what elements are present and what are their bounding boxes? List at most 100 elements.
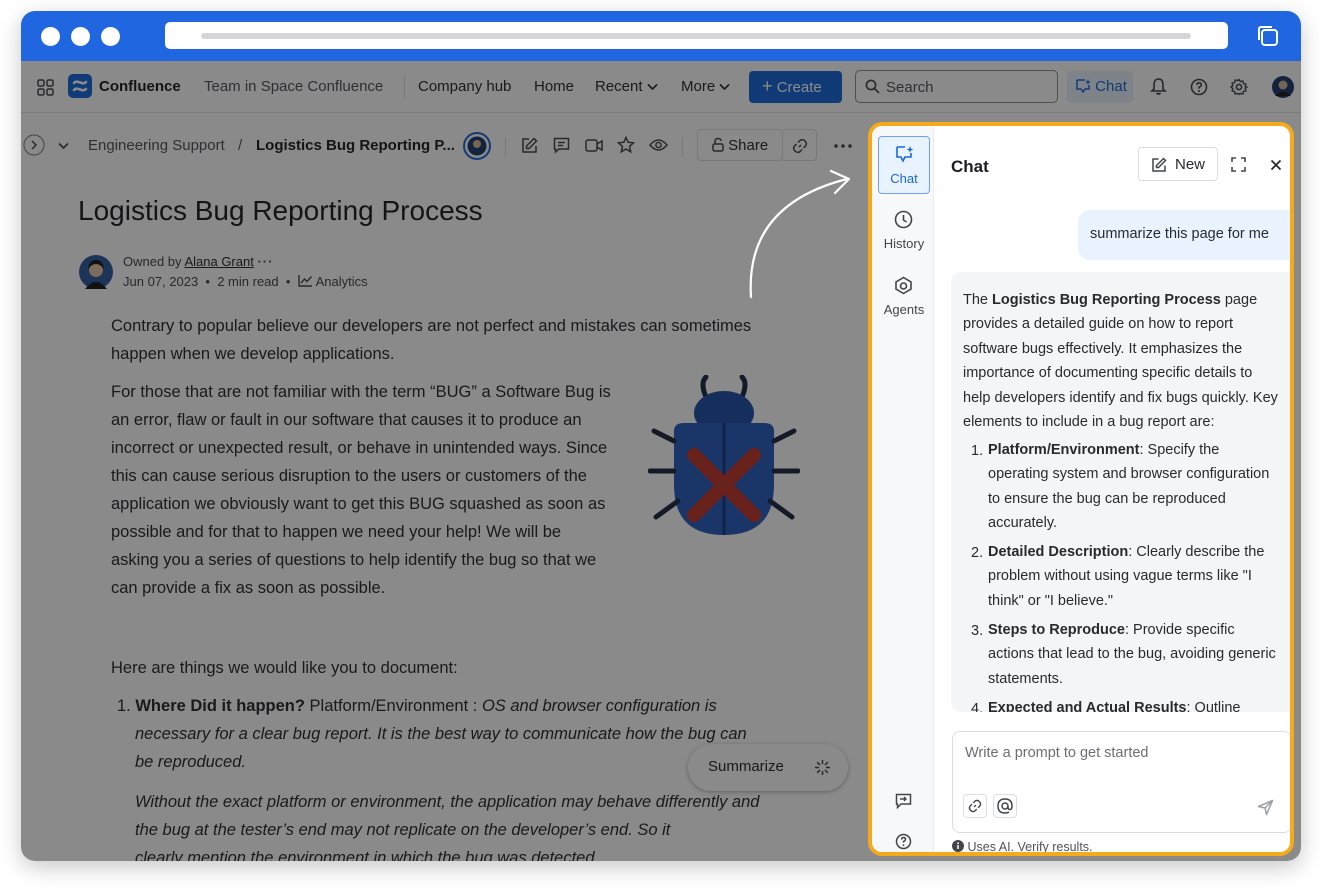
ai-point-4: Expected and Actual Results: Outline	[988, 696, 1278, 712]
edit-icon[interactable]	[521, 137, 538, 154]
breadcrumb-separator: /	[238, 137, 243, 154]
owner-more-icon[interactable]: ···	[257, 254, 273, 269]
list-item-1-sub-line-3: clearly mention the environment in which…	[135, 849, 600, 861]
ai-point-3-bold: Steps to Reproduce	[988, 622, 1125, 638]
new-chat-label: New	[1175, 156, 1206, 173]
mention-button[interactable]	[993, 794, 1017, 818]
document-intro: Here are things we would like you to doc…	[111, 659, 458, 677]
ai-response-intro: The Logistics Bug Reporting Process page…	[963, 288, 1281, 434]
rail-agents[interactable]: Agents	[878, 268, 930, 326]
ai-point-4-bold: Expected and Actual Results	[988, 700, 1187, 712]
watch-eye-icon[interactable]	[649, 138, 668, 152]
bug-definition-line-8: can provide a fix as soon as possible.	[111, 579, 386, 597]
ai-point-1-bold: Platform/Environment	[988, 442, 1140, 458]
app-switcher-icon[interactable]	[37, 79, 54, 96]
nav-company-hub[interactable]: Company hub	[418, 78, 511, 95]
collaborator-avatar[interactable]	[463, 132, 491, 160]
ai-response-bubble: The Logistics Bug Reporting Process page…	[951, 272, 1290, 712]
help-icon[interactable]	[1190, 78, 1208, 96]
intro-line-2: happen when we develop applications.	[111, 345, 395, 363]
window-minimize-dot[interactable]	[71, 27, 90, 46]
search-icon	[865, 79, 880, 94]
tabs-icon[interactable]	[1255, 23, 1281, 49]
bug-definition-line-5: application we obviously want to get thi…	[111, 495, 606, 513]
loading-spinner-icon	[815, 760, 830, 775]
owner-link[interactable]: Alana Grant	[184, 254, 253, 269]
pointer-arrow-illustration	[749, 169, 851, 299]
ai-disclaimer-text: Uses AI. Verify results.	[967, 840, 1093, 854]
nav-home[interactable]: Home	[534, 78, 574, 95]
confluence-logo-icon[interactable]	[68, 74, 92, 98]
breadcrumb-current[interactable]: Logistics Bug Reporting P...	[256, 137, 455, 154]
video-record-icon[interactable]	[585, 138, 603, 153]
edit-icon	[1152, 157, 1167, 172]
new-chat-button[interactable]: New	[1138, 147, 1218, 181]
meta-separator: •	[282, 274, 295, 289]
app-name[interactable]: Confluence	[99, 78, 181, 95]
window-maximize-dot[interactable]	[101, 27, 120, 46]
address-bar[interactable]	[165, 22, 1228, 49]
ai-disclaimer: Uses AI. Verify results.	[952, 840, 1093, 854]
toolbar-divider	[682, 137, 683, 157]
browser-titlebar	[21, 11, 1301, 61]
user-avatar[interactable]	[1272, 76, 1294, 98]
link-icon	[968, 799, 982, 813]
chat-nav-button[interactable]: Chat	[1067, 71, 1133, 103]
settings-gear-icon[interactable]	[1230, 78, 1248, 96]
read-time: 2 min read	[217, 274, 279, 289]
chevron-down-icon[interactable]	[58, 142, 69, 150]
bug-definition-line-1: For those that are not familiar with the…	[111, 383, 611, 401]
rail-chat[interactable]: Chat	[878, 136, 930, 194]
search-input[interactable]: Search	[855, 70, 1058, 103]
prompt-input[interactable]: Write a prompt to get started	[952, 731, 1290, 833]
analytics-link[interactable]: Analytics	[316, 274, 368, 289]
breadcrumb-parent[interactable]: Engineering Support	[88, 137, 225, 154]
intro-line-1: Contrary to popular believe our develope…	[111, 317, 752, 335]
list-item-1-sub-line-1: Without the exact platform or environmen…	[135, 793, 760, 811]
ai-point-3: Steps to Reproduce: Provide specific act…	[988, 618, 1278, 691]
space-name[interactable]: Team in Space Confluence	[204, 78, 383, 95]
attach-link-button[interactable]	[963, 794, 987, 818]
nav-more-label: More	[681, 78, 716, 95]
star-icon[interactable]	[617, 136, 635, 154]
help-icon[interactable]	[895, 833, 912, 850]
comment-icon[interactable]	[553, 137, 570, 154]
ai-intro-start: The	[963, 292, 993, 308]
at-mention-icon	[997, 798, 1013, 814]
summarize-label: Summarize	[708, 758, 784, 775]
send-icon[interactable]	[1257, 799, 1274, 816]
rail-history[interactable]: History	[878, 202, 930, 260]
user-message-bubble: summarize this page for me	[1078, 210, 1290, 260]
ai-point-number: 2.	[971, 545, 984, 561]
bug-definition-line-3: incorrect or unexpected result, or behav…	[111, 439, 608, 457]
close-icon[interactable]	[1270, 159, 1282, 171]
chat-nav-label: Chat	[1095, 78, 1127, 95]
window-close-dot[interactable]	[41, 27, 60, 46]
more-actions-icon[interactable]	[834, 144, 852, 148]
create-button[interactable]: + Create	[749, 71, 842, 103]
owner-avatar[interactable]	[79, 255, 113, 289]
notifications-bell-icon[interactable]	[1150, 77, 1167, 96]
page-toolbar: Engineering Support / Logistics Bug Repo…	[21, 113, 869, 173]
chat-sparkle-icon	[896, 146, 914, 163]
bug-definition-line-7: asking you a series of questions to help…	[111, 551, 597, 569]
ai-intro-bold: Logistics Bug Reporting Process	[992, 292, 1221, 308]
chevron-down-icon	[647, 83, 658, 91]
history-clock-icon	[894, 210, 913, 229]
copy-link-button[interactable]	[783, 129, 817, 161]
create-label: Create	[776, 79, 822, 96]
feedback-icon[interactable]	[895, 793, 912, 809]
nav-divider	[404, 75, 405, 99]
nav-recent[interactable]: Recent	[595, 78, 658, 95]
sidebar-expand-icon[interactable]	[23, 134, 45, 156]
address-placeholder-line	[201, 33, 1191, 39]
list-item-1-italic: OS and browser configuration is	[481, 697, 717, 715]
nav-more[interactable]: More	[681, 78, 730, 95]
ai-point-4-text: : Outline	[1186, 700, 1241, 712]
agents-icon	[895, 276, 912, 295]
share-button[interactable]: Share	[697, 129, 783, 161]
summarize-button[interactable]: Summarize	[688, 744, 848, 791]
expand-fullscreen-icon[interactable]	[1231, 157, 1246, 172]
owner-line: Owned by Alana Grant ···	[123, 254, 273, 269]
bug-definition-line-6: possible and for that to happen we need …	[111, 523, 562, 541]
